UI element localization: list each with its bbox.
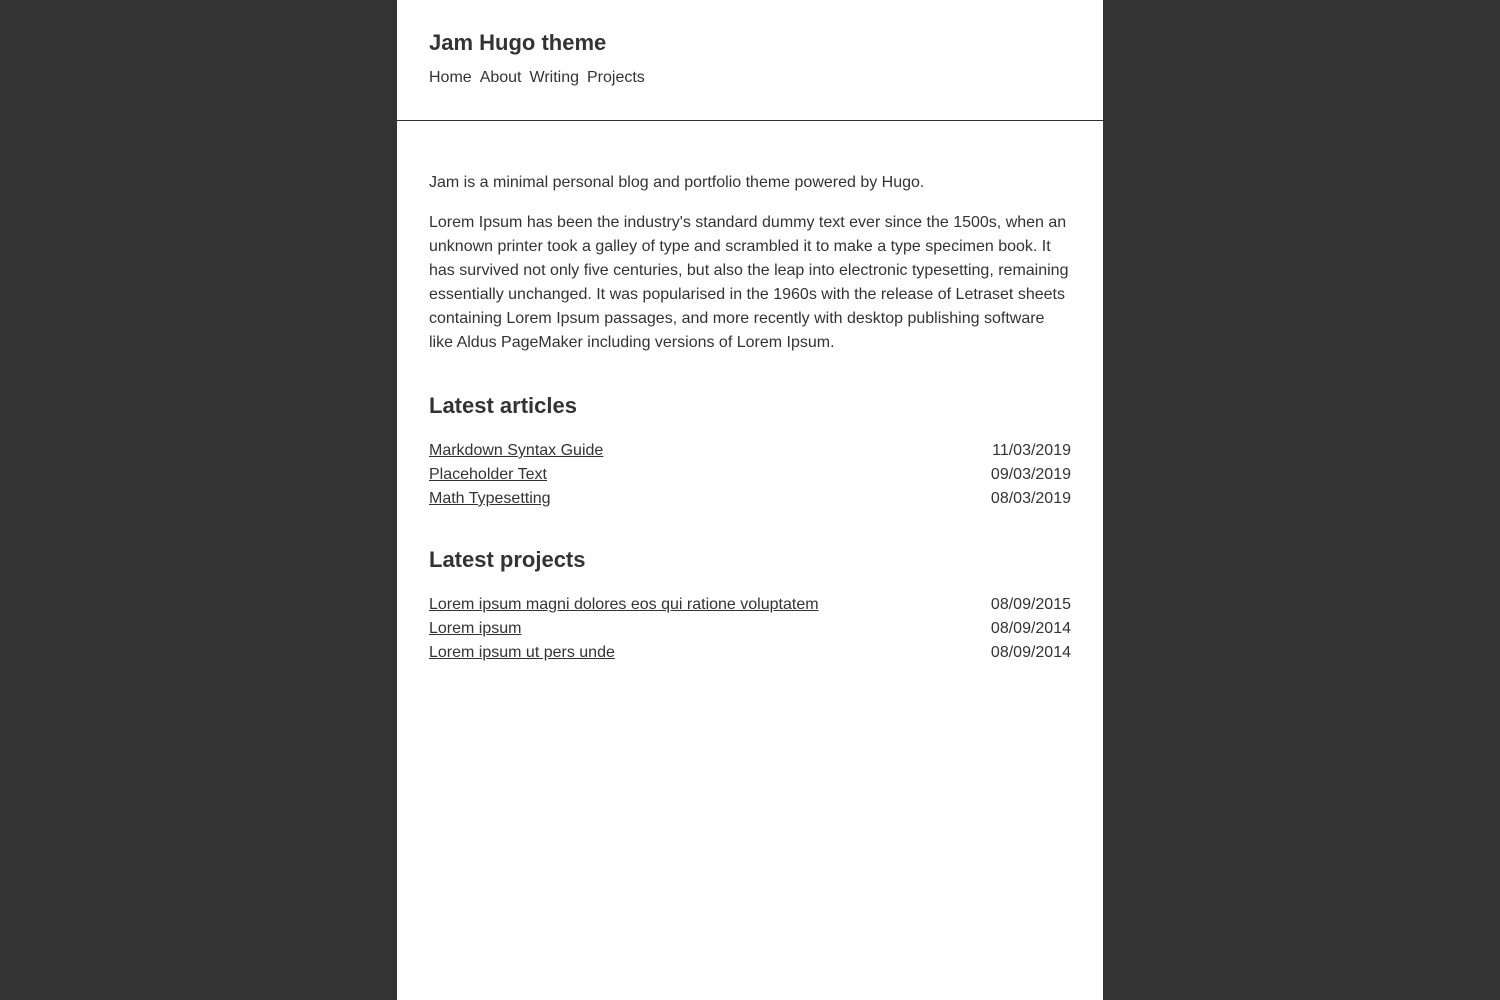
articles-list: Markdown Syntax Guide 11/03/2019 Placeho… <box>429 439 1071 511</box>
nav-item-home[interactable]: Home <box>429 68 472 88</box>
project-link[interactable]: Lorem ipsum magni dolores eos qui ration… <box>429 593 819 617</box>
site-title[interactable]: Jam Hugo theme <box>429 30 1071 56</box>
article-date: 08/03/2019 <box>990 490 1071 507</box>
intro-body: Lorem Ipsum has been the industry's stan… <box>429 214 1069 351</box>
article-date: 09/03/2019 <box>990 466 1071 483</box>
nav-item-projects[interactable]: Projects <box>587 68 645 88</box>
article-link[interactable]: Placeholder Text <box>429 463 547 487</box>
nav-item-writing[interactable]: Writing <box>530 68 580 88</box>
projects-list: Lorem ipsum magni dolores eos qui ration… <box>429 593 1071 665</box>
list-item: Lorem ipsum magni dolores eos qui ration… <box>429 593 1071 617</box>
project-date: 08/09/2014 <box>990 620 1071 637</box>
project-link[interactable]: Lorem ipsum <box>429 617 521 641</box>
list-item: Math Typesetting 08/03/2019 <box>429 487 1071 511</box>
article-date: 11/03/2019 <box>992 442 1071 459</box>
main-nav: Home About Writing Projects <box>429 68 1071 88</box>
main-content: Jam is a minimal personal blog and portf… <box>397 121 1103 665</box>
site-header: Jam Hugo theme Home About Writing Projec… <box>397 0 1103 121</box>
intro-tagline: Jam is a minimal personal blog and portf… <box>429 174 925 191</box>
project-date: 08/09/2015 <box>990 596 1071 613</box>
project-date: 08/09/2014 <box>990 644 1071 661</box>
page-container: Jam Hugo theme Home About Writing Projec… <box>397 0 1103 1000</box>
article-link[interactable]: Math Typesetting <box>429 487 551 511</box>
nav-item-about[interactable]: About <box>480 68 522 88</box>
list-item: Placeholder Text 09/03/2019 <box>429 463 1071 487</box>
project-link[interactable]: Lorem ipsum ut pers unde <box>429 641 615 665</box>
list-item: Lorem ipsum 08/09/2014 <box>429 617 1071 641</box>
article-link[interactable]: Markdown Syntax Guide <box>429 439 603 463</box>
projects-heading: Latest projects <box>429 547 586 572</box>
list-item: Markdown Syntax Guide 11/03/2019 <box>429 439 1071 463</box>
list-item: Lorem ipsum ut pers unde 08/09/2014 <box>429 641 1071 665</box>
articles-heading: Latest articles <box>429 393 577 418</box>
